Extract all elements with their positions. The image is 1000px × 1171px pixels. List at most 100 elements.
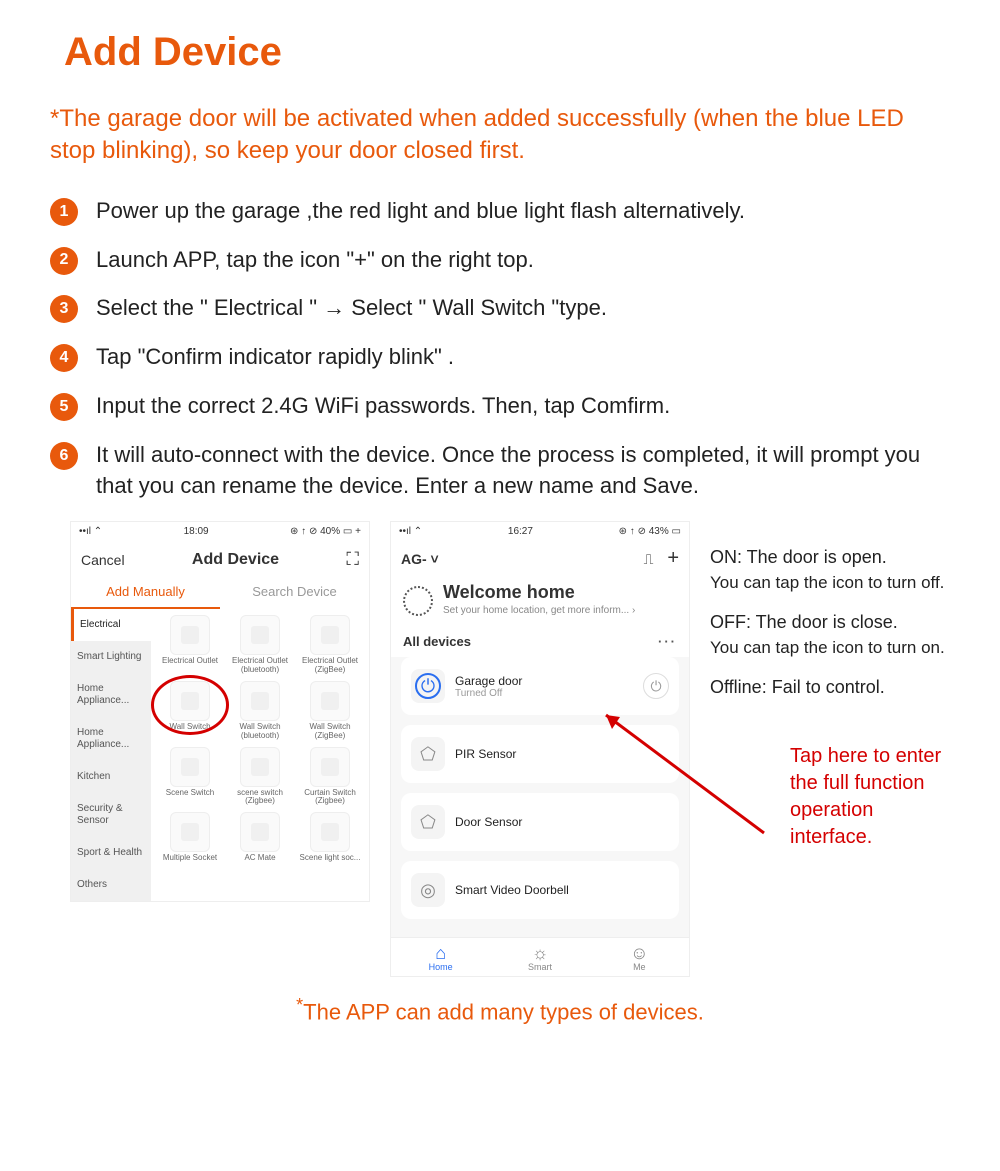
device-card-garage[interactable]: ⏻ Garage doorTurned Off ⏻ (401, 657, 679, 715)
step-number: 6 (50, 442, 78, 470)
switch-icon (170, 681, 210, 721)
home-header: AG- ˅ ⎍ + (391, 541, 689, 576)
grid-item-wall-switch[interactable]: Wall Switch (157, 681, 223, 741)
note-on-sub: You can tap the icon to turn off. (710, 571, 950, 595)
device-card-door-sensor[interactable]: ⬠ Door Sensor (401, 793, 679, 851)
add-icon[interactable]: + (667, 547, 679, 569)
step-6: 6It will auto-connect with the device. O… (50, 440, 950, 502)
step-number: 5 (50, 393, 78, 421)
device-name: PIR Sensor (455, 747, 669, 761)
status-battery: ⊛ ↑ ⊘ 43% ▭ (619, 526, 681, 537)
location-dropdown[interactable]: AG- ˅ (401, 551, 439, 567)
all-devices-header: All devices ··· (391, 626, 689, 657)
device-status: Turned Off (455, 688, 633, 699)
steps-list: 1Power up the garage ,the red light and … (50, 196, 950, 502)
signal-icon: ••ıl ⌃ (399, 526, 422, 537)
step-number: 2 (50, 247, 78, 275)
cat-sport-health[interactable]: Sport & Health (71, 837, 151, 869)
cat-home-appliance-1[interactable]: Home Appliance... (71, 673, 151, 717)
device-list: ⏻ Garage doorTurned Off ⏻ ⬠ PIR Sensor ⬠… (391, 657, 689, 937)
switch-icon (310, 747, 350, 787)
cancel-button[interactable]: Cancel (81, 552, 125, 568)
grid-item[interactable]: Scene Switch (157, 747, 223, 807)
status-time: 18:09 (184, 526, 209, 537)
switch-icon (170, 747, 210, 787)
grid-item[interactable]: Wall Switch (bluetooth) (227, 681, 293, 741)
nav-bar: Cancel Add Device ⛶ (71, 541, 369, 576)
notes-column: ON: The door is open. You can tap the ic… (710, 521, 950, 850)
category-list: Electrical Smart Lighting Home Appliance… (71, 609, 151, 901)
smart-icon: ☼ (490, 944, 589, 962)
cat-security-sensor[interactable]: Security & Sensor (71, 793, 151, 837)
screenshot-home: ••ıl ⌃ 16:27 ⊛ ↑ ⊘ 43% ▭ AG- ˅ ⎍ + Welco… (390, 521, 690, 977)
switch-icon (310, 681, 350, 721)
grid-item[interactable]: Scene light soc... (297, 812, 363, 863)
step-4: 4 Tap "Confirm indicator rapidly blink" . (50, 342, 950, 373)
outlet-icon (240, 615, 280, 655)
device-name: Garage door (455, 674, 633, 688)
status-battery: ⊛ ↑ ⊘ 40% ▭ + (290, 526, 361, 537)
step-number: 3 (50, 295, 78, 323)
light-icon (310, 812, 350, 852)
step-number: 1 (50, 198, 78, 226)
grid-item[interactable]: Curtain Switch (Zigbee) (297, 747, 363, 807)
nav-me[interactable]: ☺Me (590, 938, 689, 976)
warning-text: *The garage door will be activated when … (50, 103, 950, 168)
step-3: 3 Select the " Electrical " → Select " Wa… (50, 293, 950, 324)
note-offline: Offline: Fail to control. (710, 675, 950, 700)
cat-home-appliance-2[interactable]: Home Appliance... (71, 717, 151, 761)
grid-item[interactable]: Electrical Outlet (bluetooth) (227, 615, 293, 675)
switch-icon (240, 747, 280, 787)
step-text: Launch APP, tap the icon "+" on the righ… (96, 245, 950, 276)
nav-smart[interactable]: ☼Smart (490, 938, 589, 976)
step-2: 2 Launch APP, tap the icon "+" on the rig… (50, 245, 950, 276)
signal-icon: ••ıl ⌃ (79, 526, 102, 537)
status-time: 16:27 (508, 526, 533, 537)
note-on-label: ON: The door is open. (710, 545, 950, 570)
device-grid: Electrical Outlet Electrical Outlet (blu… (151, 609, 369, 901)
step-text: Tap "Confirm indicator rapidly blink" . (96, 342, 950, 373)
note-off-sub: You can tap the icon to turn on. (710, 636, 950, 660)
device-name: Smart Video Doorbell (455, 883, 669, 897)
grid-item[interactable]: AC Mate (227, 812, 293, 863)
welcome-subtitle[interactable]: Set your home location, get more inform.… (443, 605, 635, 616)
home-icon: ⬠ (411, 737, 445, 771)
socket-icon (170, 812, 210, 852)
note-off-label: OFF: The door is close. (710, 610, 950, 635)
grid-item[interactable]: Wall Switch (ZigBee) (297, 681, 363, 741)
tap-callout: Tap here to enter the full function oper… (790, 743, 950, 851)
power-icon: ⏻ (411, 669, 445, 703)
device-card-doorbell[interactable]: ◎ Smart Video Doorbell (401, 861, 679, 919)
welcome-title: Welcome home (443, 582, 635, 603)
mic-icon[interactable]: ⎍ (644, 551, 654, 567)
screenshot-add-device: ••ıl ⌃ 18:09 ⊛ ↑ ⊘ 40% ▭ + Cancel Add De… (70, 521, 370, 902)
welcome-block: Welcome home Set your home location, get… (391, 576, 689, 626)
tab-add-manually[interactable]: Add Manually (71, 576, 220, 609)
cat-others[interactable]: Others (71, 869, 151, 901)
home-icon: ⬠ (411, 805, 445, 839)
nav-home[interactable]: ⌂Home (391, 938, 490, 976)
grid-item[interactable]: Electrical Outlet (157, 615, 223, 675)
device-card-pir[interactable]: ⬠ PIR Sensor (401, 725, 679, 783)
camera-icon: ◎ (411, 873, 445, 907)
ac-icon (240, 812, 280, 852)
cat-electrical[interactable]: Electrical (71, 609, 151, 641)
scan-icon[interactable]: ⛶ (346, 549, 359, 570)
page-title: Add Device (64, 30, 950, 75)
toggle-button[interactable]: ⏻ (643, 673, 669, 699)
step-number: 4 (50, 344, 78, 372)
outlet-icon (170, 615, 210, 655)
screen-title: Add Device (192, 551, 279, 569)
grid-item[interactable]: scene switch (Zigbee) (227, 747, 293, 807)
me-icon: ☺ (590, 944, 689, 962)
tab-search-device[interactable]: Search Device (220, 576, 369, 609)
cat-kitchen[interactable]: Kitchen (71, 761, 151, 793)
device-name: Door Sensor (455, 815, 669, 829)
footer-note: *The APP can add many types of devices. (50, 995, 950, 1025)
more-icon[interactable]: ··· (658, 634, 677, 649)
cat-smart-lighting[interactable]: Smart Lighting (71, 641, 151, 673)
grid-item[interactable]: Multiple Socket (157, 812, 223, 863)
grid-item[interactable]: Electrical Outlet (ZigBee) (297, 615, 363, 675)
sun-icon (403, 586, 433, 616)
step-text: Select the " Electrical " → Select " Wal… (96, 293, 950, 324)
